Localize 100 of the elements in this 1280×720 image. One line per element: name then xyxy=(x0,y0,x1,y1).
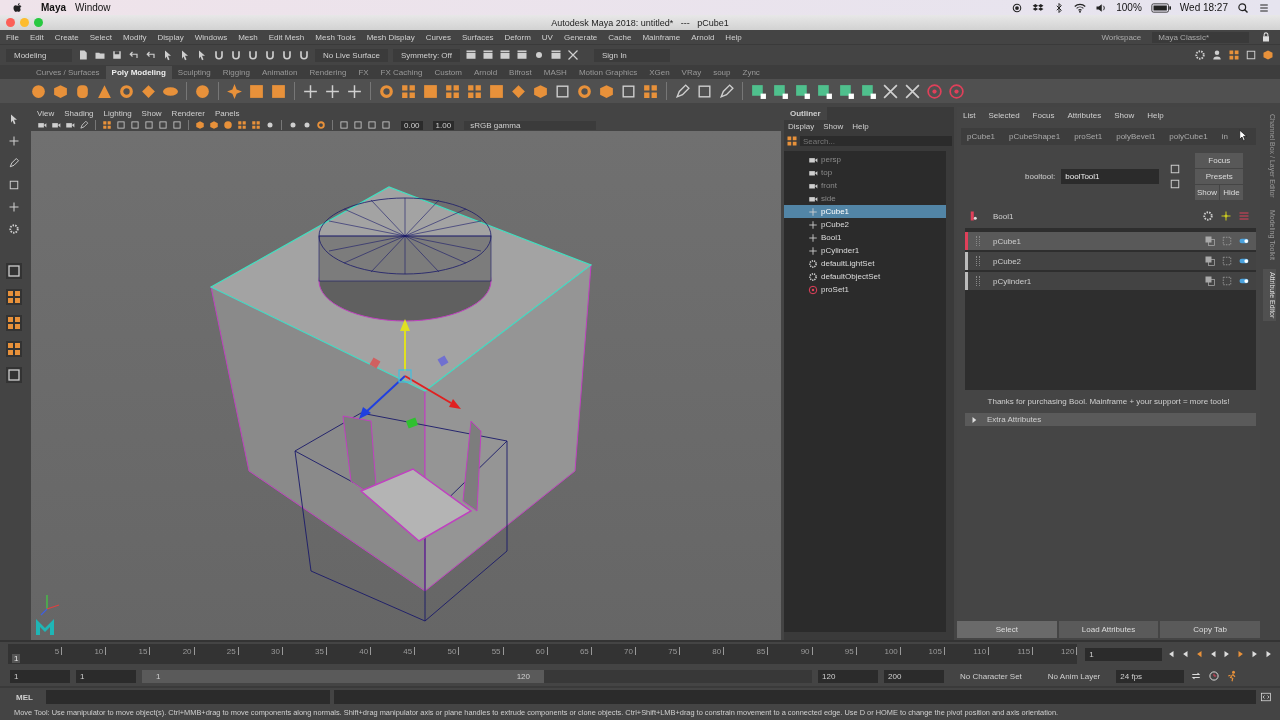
duplicate-icon[interactable] xyxy=(1204,255,1216,267)
undo-icon[interactable] xyxy=(145,49,157,61)
ring-icon[interactable] xyxy=(576,82,593,100)
volume-icon[interactable] xyxy=(1095,1,1108,14)
loop-icon[interactable] xyxy=(1190,670,1203,682)
shelf-tab[interactable]: VRay xyxy=(675,66,708,79)
editor-button[interactable]: Load Attributes xyxy=(1058,621,1159,638)
outliner-item[interactable]: defaultLightSet xyxy=(784,257,946,270)
menu-icon[interactable] xyxy=(1258,1,1270,14)
camera-icon[interactable] xyxy=(65,120,75,130)
menu-item[interactable]: Mesh xyxy=(238,32,258,42)
shelf-tab[interactable]: Poly Modeling xyxy=(105,66,172,79)
ring-icon[interactable] xyxy=(378,82,395,100)
panel-menu-item[interactable]: Lighting xyxy=(103,108,132,118)
cross-arrows-icon[interactable] xyxy=(8,135,20,147)
crossed-lines-icon[interactable] xyxy=(566,49,579,61)
outliner-item[interactable]: pCube1 xyxy=(784,205,946,218)
focus-button[interactable]: Focus xyxy=(1195,153,1244,168)
menu-item[interactable]: Modify xyxy=(122,32,147,42)
cursor-icon[interactable] xyxy=(196,49,208,61)
crossed-lines-icon[interactable] xyxy=(882,82,899,100)
pencil-icon[interactable] xyxy=(718,82,735,100)
camera-icon[interactable] xyxy=(51,120,61,130)
symmetry-dropdown[interactable]: Symmetry: Off xyxy=(392,48,460,62)
node-tab[interactable]: in xyxy=(1221,132,1228,141)
shelf-tab[interactable]: Bifrost xyxy=(503,66,538,79)
end-time-field[interactable]: 200 xyxy=(884,669,944,683)
dropbox-icon[interactable] xyxy=(1032,1,1045,14)
frame-icon[interactable] xyxy=(1169,163,1182,175)
grid-icon[interactable] xyxy=(102,120,112,130)
cube-icon[interactable] xyxy=(598,82,615,100)
menu-item[interactable]: Surfaces xyxy=(462,32,494,42)
outliner-item[interactable]: defaultObjectSet xyxy=(784,270,946,283)
square-icon[interactable] xyxy=(488,82,505,100)
show-button[interactable]: Show xyxy=(1195,185,1219,200)
sphere-icon[interactable] xyxy=(223,120,233,130)
outliner-item[interactable]: front xyxy=(784,179,946,192)
grid-icon[interactable] xyxy=(642,82,659,100)
pencil-icon[interactable] xyxy=(674,82,691,100)
checker-square-icon[interactable] xyxy=(750,82,767,100)
grid-icon[interactable] xyxy=(400,82,417,100)
cross-arrows-icon[interactable] xyxy=(324,82,341,100)
square-icon[interactable] xyxy=(422,82,439,100)
panel-menu-item[interactable]: Renderer xyxy=(171,108,205,118)
menu-item[interactable]: Deform xyxy=(504,32,531,42)
range-slider[interactable]: 1 120 xyxy=(142,669,544,683)
grid-icon[interactable] xyxy=(1228,49,1240,61)
cylinder-icon[interactable] xyxy=(74,82,91,100)
menu-item[interactable]: Generate xyxy=(563,32,598,42)
outliner-item[interactable]: side xyxy=(784,192,946,205)
outliner-menu-item[interactable]: Display xyxy=(788,122,815,131)
shelf-tab[interactable]: FX xyxy=(352,66,375,79)
cross-arrows-icon[interactable] xyxy=(1220,210,1232,222)
character-set-dropdown[interactable]: No Character Set xyxy=(950,669,1032,683)
pencil-icon[interactable] xyxy=(8,157,20,169)
checker-square-icon[interactable] xyxy=(772,82,789,100)
shelf-tab[interactable]: Custom xyxy=(428,66,468,79)
fps-dropdown[interactable]: 24 fps xyxy=(1116,669,1185,683)
battery-icon[interactable] xyxy=(1150,1,1171,14)
ring-icon[interactable] xyxy=(118,82,135,100)
square-icon[interactable] xyxy=(270,82,287,100)
outliner-item[interactable]: Bool1 xyxy=(784,231,946,244)
command-input-field[interactable] xyxy=(46,690,330,704)
menu-item[interactable]: Arnold xyxy=(691,32,715,42)
grid-icon[interactable] xyxy=(6,315,22,331)
menu-item[interactable]: Edit Mesh xyxy=(268,32,305,42)
menu-item[interactable]: Windows xyxy=(194,32,228,42)
grid-icon[interactable] xyxy=(466,82,483,100)
playback-start-field[interactable]: 1 xyxy=(76,669,136,683)
presets-button[interactable]: Presets xyxy=(1195,169,1244,184)
clapperboard-icon[interactable] xyxy=(464,49,477,61)
file-icon[interactable] xyxy=(77,49,89,61)
menu-item[interactable]: Window xyxy=(75,2,111,13)
shelf-tab[interactable]: Zync xyxy=(736,66,766,79)
clapperboard-icon[interactable] xyxy=(515,49,528,61)
frame-icon[interactable] xyxy=(554,82,571,100)
menu-item[interactable]: Edit xyxy=(29,32,44,42)
checker-square-icon[interactable] xyxy=(816,82,833,100)
node-tab[interactable]: pCube1 xyxy=(967,132,996,141)
settings-icon[interactable] xyxy=(1194,49,1206,61)
sphere-icon[interactable] xyxy=(194,82,211,100)
script-editor-icon[interactable] xyxy=(1260,691,1272,703)
shelf-tab[interactable]: Sculpting xyxy=(171,66,217,79)
shelf-tab[interactable]: FX Caching xyxy=(374,66,429,79)
attribute-editor-menu-item[interactable]: Show xyxy=(1114,111,1135,120)
workspace-dropdown[interactable]: Maya Classic* xyxy=(1152,31,1249,43)
attribute-editor-menu-item[interactable]: Attributes xyxy=(1067,111,1102,120)
panel-menu-item[interactable]: Panels xyxy=(214,108,240,118)
panel-menu-item[interactable]: Show xyxy=(141,108,162,118)
editor-button[interactable]: Select xyxy=(957,621,1057,638)
menu-set-dropdown[interactable]: Modeling xyxy=(6,48,72,62)
grid-icon[interactable] xyxy=(237,120,247,130)
gear-icon[interactable] xyxy=(1202,210,1214,222)
color-space-dropdown[interactable]: sRGB gamma xyxy=(464,120,597,130)
attribute-editor-menu-item[interactable]: Focus xyxy=(1032,111,1055,120)
cube-icon[interactable] xyxy=(52,82,69,100)
frame-icon[interactable] xyxy=(1169,178,1182,190)
node-tab[interactable]: polyCube1 xyxy=(1169,132,1208,141)
outliner-item[interactable]: proSet1 xyxy=(784,283,946,296)
magnet-icon[interactable] xyxy=(247,49,259,61)
